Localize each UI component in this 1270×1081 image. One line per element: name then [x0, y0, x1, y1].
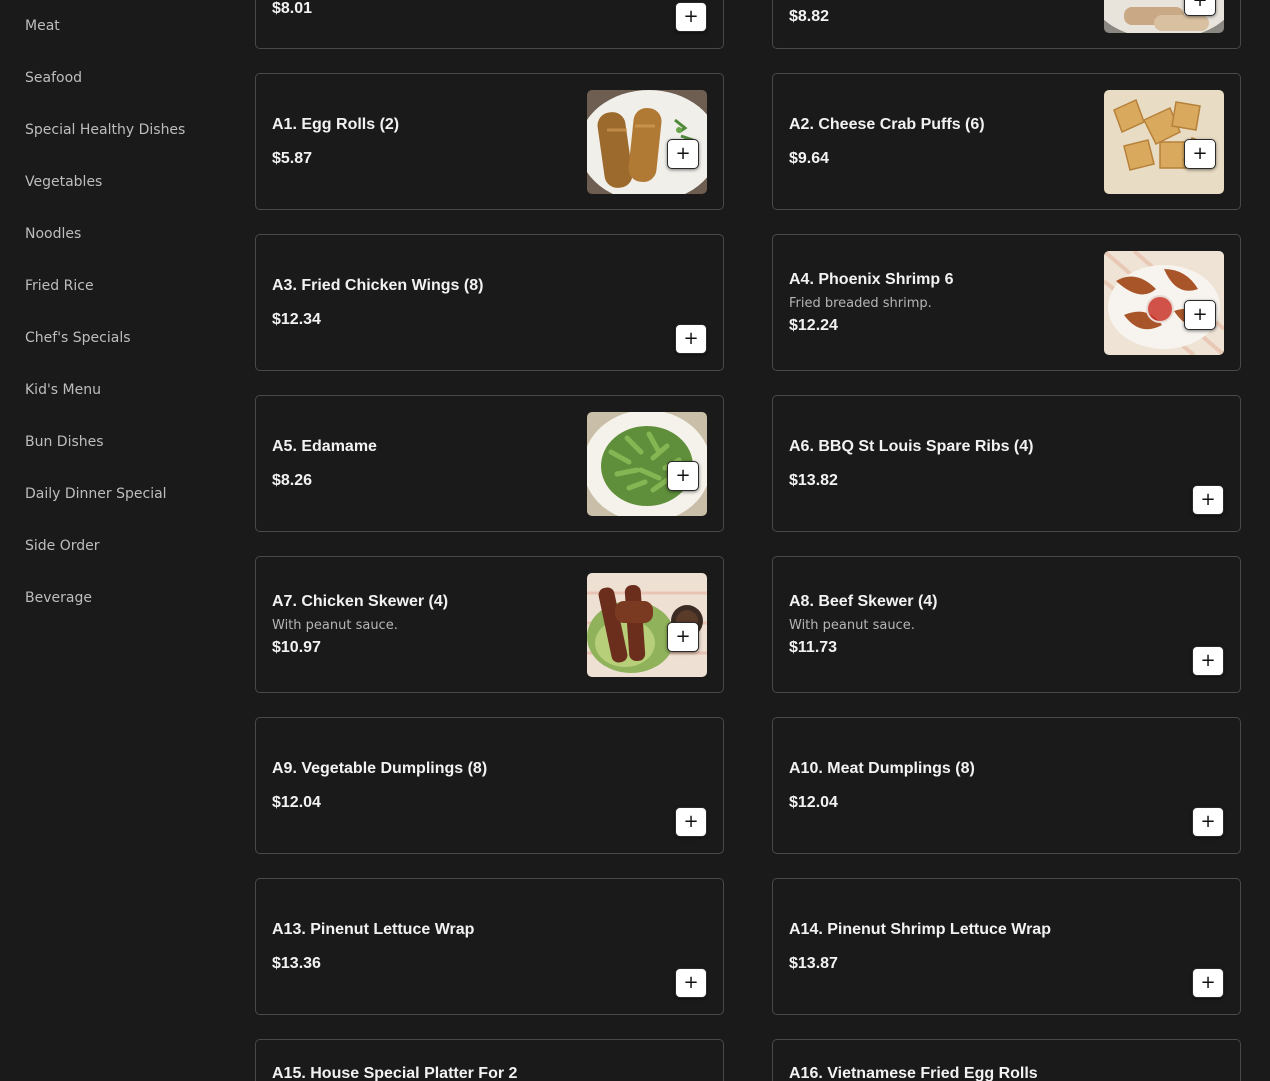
- add-to-cart-button[interactable]: +: [1184, 300, 1216, 330]
- menu-item-card[interactable]: $8.01 +: [255, 0, 724, 49]
- item-name: A2. Cheese Crab Puffs (6): [789, 115, 985, 133]
- category-side-order[interactable]: Side Order: [25, 534, 100, 558]
- add-to-cart-button[interactable]: +: [1192, 968, 1224, 998]
- item-name: A9. Vegetable Dumplings (8): [272, 759, 488, 777]
- plus-icon: +: [683, 811, 699, 832]
- plus-icon: +: [1192, 304, 1208, 325]
- menu-item-card[interactable]: A16. Vietnamese Fried Egg Rolls: [772, 1039, 1241, 1081]
- menu-item-card[interactable]: A3. Fried Chicken Wings (8) $12.34 +: [255, 234, 724, 371]
- category-beverage[interactable]: Beverage: [25, 586, 92, 610]
- category-daily-dinner-special[interactable]: Daily Dinner Special: [25, 482, 167, 506]
- item-price: $12.04: [789, 793, 838, 811]
- item-name: A6. BBQ St Louis Spare Ribs (4): [789, 437, 1034, 455]
- menu-item-card[interactable]: A7. Chicken Skewer (4) With peanut sauce…: [255, 556, 724, 693]
- plus-icon: +: [1200, 972, 1216, 993]
- menu-item-card[interactable]: A5. Edamame $8.26 +: [255, 395, 724, 532]
- category-vegetables[interactable]: Vegetables: [25, 170, 102, 194]
- item-price: $8.01: [272, 0, 313, 17]
- category-bun-dishes[interactable]: Bun Dishes: [25, 430, 104, 454]
- add-to-cart-button[interactable]: +: [1184, 0, 1216, 16]
- plus-icon: +: [675, 465, 691, 486]
- menu-item-card[interactable]: A14. Pinenut Shrimp Lettuce Wrap $13.87 …: [772, 878, 1241, 1015]
- item-description: With peanut sauce.: [272, 617, 398, 633]
- menu-item-card[interactable]: A2. Cheese Crab Puffs (6) $9.64 +: [772, 73, 1241, 210]
- item-price: $12.24: [789, 316, 838, 334]
- add-to-cart-button[interactable]: +: [675, 324, 707, 354]
- category-chefs-specials[interactable]: Chef's Specials: [25, 326, 131, 350]
- item-name: A14. Pinenut Shrimp Lettuce Wrap: [789, 920, 1051, 938]
- menu-item-card[interactable]: $8.82 +: [772, 0, 1241, 49]
- menu-item-card[interactable]: A6. BBQ St Louis Spare Ribs (4) $13.82 +: [772, 395, 1241, 532]
- item-price: $11.73: [789, 638, 838, 656]
- plus-icon: +: [1200, 650, 1216, 671]
- menu-item-card[interactable]: A1. Egg Rolls (2) $5.87 +: [255, 73, 724, 210]
- add-to-cart-button[interactable]: +: [1192, 807, 1224, 837]
- item-name: A1. Egg Rolls (2): [272, 115, 400, 133]
- item-description: Fried breaded shrimp.: [789, 295, 932, 311]
- item-description: With peanut sauce.: [789, 617, 915, 633]
- item-price: $13.36: [272, 954, 321, 972]
- category-special-healthy-dishes[interactable]: Special Healthy Dishes: [25, 118, 185, 142]
- add-to-cart-button[interactable]: +: [667, 139, 699, 169]
- add-to-cart-button[interactable]: +: [675, 2, 707, 32]
- item-name: A8. Beef Skewer (4): [789, 592, 938, 610]
- item-price: $9.64: [789, 149, 830, 167]
- plus-icon: +: [683, 328, 699, 349]
- add-to-cart-button[interactable]: +: [1184, 139, 1216, 169]
- plus-icon: +: [1200, 489, 1216, 510]
- plus-icon: +: [683, 6, 699, 27]
- item-name: A7. Chicken Skewer (4): [272, 592, 449, 610]
- category-sidebar: Meat Seafood Special Healthy Dishes Vege…: [0, 0, 240, 1081]
- item-name: A4. Phoenix Shrimp 6: [789, 270, 954, 288]
- item-price: $5.87: [272, 149, 313, 167]
- item-price: $8.82: [789, 8, 830, 25]
- add-to-cart-button[interactable]: +: [675, 968, 707, 998]
- item-price: $13.82: [789, 471, 838, 489]
- item-price: $10.97: [272, 638, 321, 656]
- plus-icon: +: [1200, 811, 1216, 832]
- menu-item-card[interactable]: A9. Vegetable Dumplings (8) $12.04 +: [255, 717, 724, 854]
- item-name: A13. Pinenut Lettuce Wrap: [272, 920, 475, 938]
- menu-item-card[interactable]: A13. Pinenut Lettuce Wrap $13.36 +: [255, 878, 724, 1015]
- item-price: $12.34: [272, 310, 321, 328]
- add-to-cart-button[interactable]: +: [1192, 485, 1224, 515]
- plus-icon: +: [675, 143, 691, 164]
- add-to-cart-button[interactable]: +: [667, 622, 699, 652]
- category-kids-menu[interactable]: Kid's Menu: [25, 378, 101, 402]
- plus-icon: +: [683, 972, 699, 993]
- menu-item-card[interactable]: A15. House Special Platter For 2: [255, 1039, 724, 1081]
- menu-item-card[interactable]: A8. Beef Skewer (4) With peanut sauce. $…: [772, 556, 1241, 693]
- item-name: A5. Edamame: [272, 437, 377, 455]
- plus-icon: +: [1192, 0, 1208, 11]
- category-meat[interactable]: Meat: [25, 14, 60, 38]
- item-price: $8.26: [272, 471, 313, 489]
- item-price: $13.87: [789, 954, 838, 972]
- add-to-cart-button[interactable]: +: [667, 461, 699, 491]
- plus-icon: +: [1192, 143, 1208, 164]
- category-noodles[interactable]: Noodles: [25, 222, 81, 246]
- item-name: A16. Vietnamese Fried Egg Rolls: [789, 1065, 1038, 1081]
- plus-icon: +: [675, 626, 691, 647]
- item-name: A15. House Special Platter For 2: [272, 1065, 518, 1081]
- add-to-cart-button[interactable]: +: [675, 807, 707, 837]
- item-price: $12.04: [272, 793, 321, 811]
- category-seafood[interactable]: Seafood: [25, 66, 82, 90]
- item-name: A10. Meat Dumplings (8): [789, 759, 975, 777]
- item-name: A3. Fried Chicken Wings (8): [272, 276, 484, 294]
- menu-item-card[interactable]: A10. Meat Dumplings (8) $12.04 +: [772, 717, 1241, 854]
- menu-item-card[interactable]: A4. Phoenix Shrimp 6 Fried breaded shrim…: [772, 234, 1241, 371]
- category-fried-rice[interactable]: Fried Rice: [25, 274, 94, 298]
- add-to-cart-button[interactable]: +: [1192, 646, 1224, 676]
